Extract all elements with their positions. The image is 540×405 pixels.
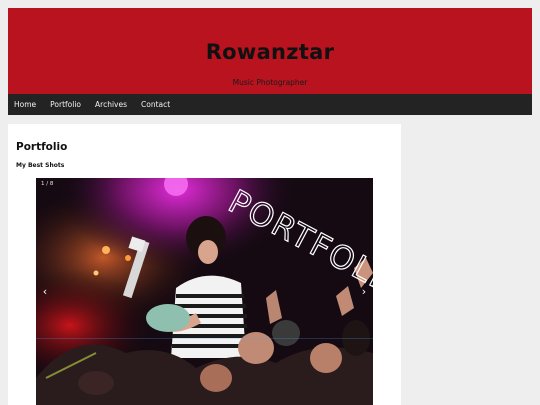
site-tagline: Music Photographer (232, 78, 308, 87)
slide-photo (36, 178, 373, 405)
nav-item-archives[interactable]: Archives (95, 94, 127, 115)
page-title: Portfolio (16, 141, 68, 153)
nav-item-contact[interactable]: Contact (141, 94, 170, 115)
chevron-left-icon[interactable]: ‹ (40, 286, 50, 298)
photo-slider[interactable]: 1 / 8 PORTFOLIO ‹ › (36, 178, 373, 405)
nav-item-home[interactable]: Home (14, 94, 36, 115)
page-subtitle: My Best Shots (16, 162, 65, 169)
main-nav: Home Portfolio Archives Contact (8, 94, 532, 115)
content-area: Portfolio My Best Shots 1 / 8 PORTFOLIO … (8, 124, 401, 405)
nav-item-portfolio[interactable]: Portfolio (50, 94, 81, 115)
chevron-right-icon[interactable]: › (359, 286, 369, 298)
site-header: Rowanztar Music Photographer (8, 8, 532, 94)
slide-counter: 1 / 8 (41, 181, 54, 187)
site-title[interactable]: Rowanztar (8, 39, 532, 65)
